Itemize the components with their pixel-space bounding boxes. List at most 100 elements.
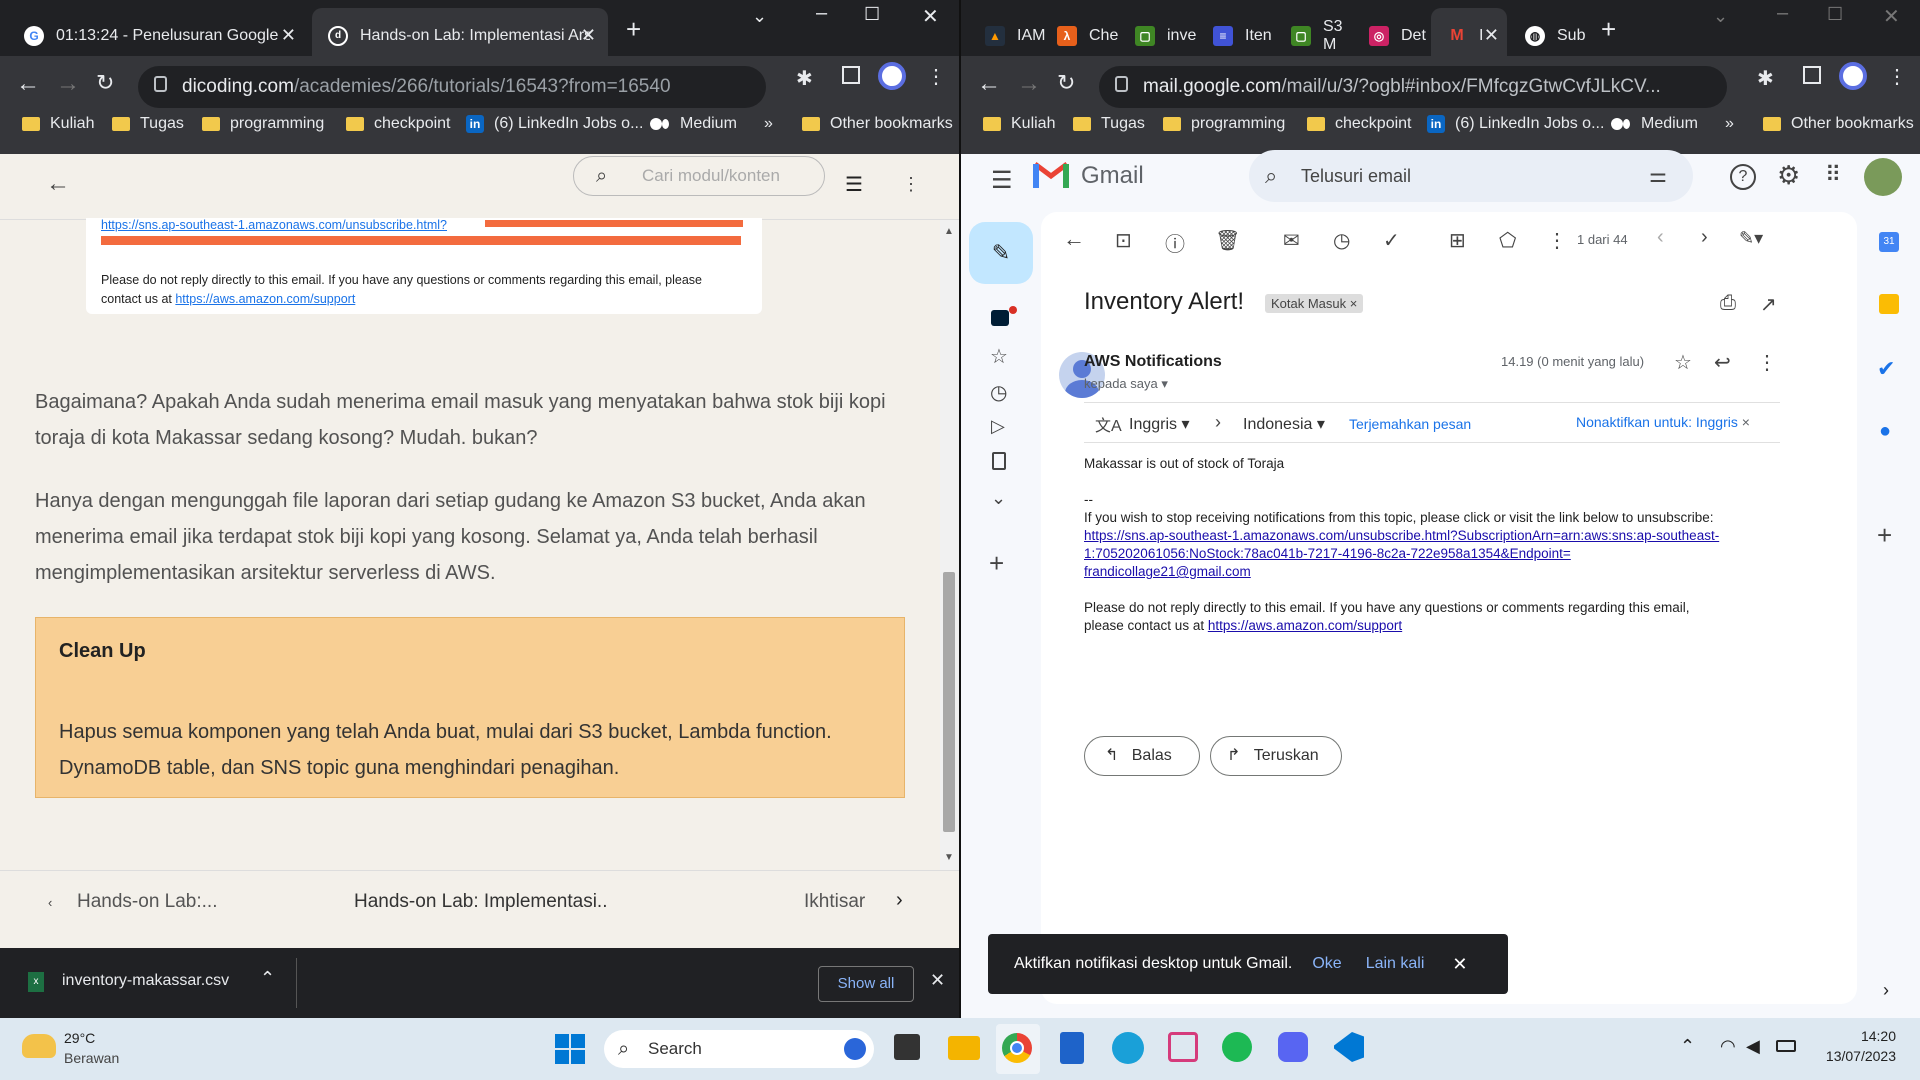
support-link[interactable]: https://aws.amazon.com/support (1208, 618, 1402, 633)
unsubscribe-link[interactable]: 1:705202061056:NoStock:78ac041b-7217-419… (1084, 545, 1804, 563)
taskbar-search[interactable]: ⌕ Search (604, 1030, 874, 1068)
back-icon[interactable]: ← (16, 70, 40, 98)
unsubscribe-link[interactable]: frandicollage21@gmail.com (1084, 563, 1804, 581)
mark-unread-icon[interactable]: ✉ (1283, 228, 1300, 253)
print-icon[interactable]: ⎙ (1720, 292, 1736, 315)
bookmark-kuliah[interactable]: Kuliah (983, 104, 1055, 144)
keep-icon[interactable] (1879, 294, 1899, 314)
file-explorer-icon[interactable] (948, 1036, 980, 1060)
delete-icon[interactable]: 🗑 (1215, 228, 1240, 253)
bookmark-medium[interactable]: Medium (650, 104, 737, 144)
newer-chevron-icon[interactable]: ‹ (1657, 226, 1664, 249)
reload-icon[interactable]: ↻ (1057, 70, 1075, 96)
maximize-button[interactable]: ☐ (1827, 4, 1843, 25)
snoozed-clock-icon[interactable]: ◷ (990, 380, 1007, 405)
minimize-button[interactable]: – (816, 2, 827, 25)
more-options-icon[interactable]: ⋮ (902, 174, 920, 195)
snooze-icon[interactable]: ◷ (1333, 228, 1350, 253)
reload-icon[interactable]: ↻ (96, 70, 114, 96)
more-icon[interactable]: ⋮ (1757, 350, 1777, 375)
chevron-up-icon[interactable]: ⌃ (260, 968, 275, 989)
contacts-icon[interactable]: ● (1879, 420, 1891, 443)
address-bar[interactable]: mail.google.com/mail/u/3/?ogbl#inbox/FMf… (1099, 66, 1727, 108)
more-actions-icon[interactable]: ⋮ (1547, 228, 1567, 253)
next-module-link[interactable]: Ikhtisar (804, 891, 865, 913)
target-language-select[interactable]: Indonesia ▾ (1243, 414, 1325, 434)
show-hidden-icons[interactable]: ⌃ (1680, 1036, 1695, 1057)
forward-button[interactable]: ↱ Teruskan (1210, 736, 1342, 776)
source-language-select[interactable]: Inggris ▾ (1129, 414, 1190, 434)
close-download-bar-icon[interactable]: ✕ (930, 970, 945, 991)
translate-message-link[interactable]: Terjemahkan pesan (1349, 416, 1471, 432)
add-label-icon[interactable]: + (989, 548, 1004, 579)
wifi-icon[interactable]: ◠ (1720, 1036, 1736, 1057)
tab-search-icon[interactable]: ⌄ (752, 6, 767, 27)
account-avatar[interactable] (1864, 158, 1902, 196)
forward-icon[interactable]: → (1017, 70, 1041, 98)
bookmarks-overflow[interactable]: » (764, 104, 773, 144)
star-icon[interactable]: ☆ (1674, 350, 1692, 375)
move-to-icon[interactable]: ⊞ (1449, 228, 1466, 253)
expand-panel-icon[interactable]: › (1883, 980, 1889, 1001)
module-search-input[interactable]: ⌕ Cari modul/konten (573, 156, 825, 196)
mail-search-input[interactable]: ⌕ Telusuri email ⚌ (1249, 150, 1693, 202)
back-to-inbox-icon[interactable]: ← (1063, 226, 1085, 252)
bookmarks-overflow[interactable]: » (1725, 104, 1734, 144)
reply-icon[interactable]: ↩ (1714, 350, 1731, 375)
search-options-icon[interactable]: ⚌ (1649, 150, 1667, 202)
snackbar-ok-button[interactable]: Oke (1312, 955, 1341, 973)
other-bookmarks[interactable]: Other bookmarks (802, 104, 953, 144)
snackbar-later-button[interactable]: Lain kali (1366, 955, 1425, 973)
bookmark-programming[interactable]: programming (1163, 104, 1285, 144)
inbox-label-chip[interactable]: Kotak Masuk × (1265, 294, 1364, 313)
battery-icon[interactable] (1776, 1040, 1796, 1052)
recipient[interactable]: kepada saya ▾ (1084, 376, 1168, 392)
profile-avatar[interactable] (1839, 62, 1867, 90)
close-window-button[interactable]: ✕ (1883, 4, 1900, 29)
forward-icon[interactable]: → (56, 70, 80, 98)
bookmark-programming[interactable]: programming (202, 104, 324, 144)
vscode-icon[interactable] (1334, 1032, 1364, 1062)
bookmark-medium[interactable]: Medium (1611, 104, 1698, 144)
extensions-icon[interactable]: ✱ (796, 66, 813, 91)
starred-icon[interactable]: ☆ (990, 344, 1008, 369)
new-tab-button[interactable]: + (1601, 14, 1616, 45)
spotify-icon[interactable] (1222, 1032, 1252, 1062)
windows-start-icon[interactable] (555, 1034, 585, 1064)
menu-icon[interactable]: ⋮ (1887, 64, 1907, 89)
prev-module-link[interactable]: Hands-on Lab:... (77, 891, 217, 913)
report-spam-icon[interactable]: ⓘ (1165, 228, 1185, 257)
minimize-button[interactable]: – (1777, 2, 1788, 25)
extensions-icon[interactable]: ✱ (1757, 66, 1774, 91)
maximize-button[interactable]: ☐ (864, 4, 880, 25)
open-new-window-icon[interactable]: ↗ (1760, 292, 1777, 317)
inbox-icon[interactable] (991, 310, 1009, 326)
close-window-button[interactable]: ✕ (922, 4, 939, 29)
task-view-icon[interactable] (894, 1034, 920, 1060)
settings-gear-icon[interactable]: ⚙ (1777, 160, 1800, 191)
archive-icon[interactable]: ⊡ (1115, 228, 1132, 253)
snackbar-close-icon[interactable]: ✕ (1452, 954, 1467, 975)
gmail-logo-icon[interactable] (1033, 160, 1069, 190)
sidepanel-icon[interactable] (1803, 66, 1821, 84)
main-menu-icon[interactable]: ☰ (991, 166, 1013, 195)
snipping-tool-icon[interactable] (1168, 1032, 1198, 1062)
show-all-button[interactable]: Show all (818, 966, 914, 1002)
close-tab-icon[interactable]: ✕ (1484, 25, 1499, 46)
bookmark-linkedin[interactable]: in (6) LinkedIn Jobs o... (1427, 104, 1604, 144)
close-tab-icon[interactable]: ✕ (581, 25, 596, 46)
clock-time[interactable]: 14:20 (1856, 1028, 1896, 1044)
tasks-icon[interactable]: ✔ (1877, 356, 1895, 382)
address-bar[interactable]: dicoding.com/academies/266/tutorials/165… (138, 66, 766, 108)
older-chevron-icon[interactable]: › (1701, 226, 1708, 249)
weather-desc[interactable]: Berawan (64, 1050, 119, 1066)
calendar-icon[interactable]: 31 (1879, 232, 1899, 252)
toc-icon[interactable]: ☰ (845, 172, 863, 197)
label-icon[interactable]: ⬠ (1499, 228, 1516, 253)
bookmark-checkpoint[interactable]: checkpoint (346, 104, 451, 144)
bookmark-kuliah[interactable]: Kuliah (22, 104, 94, 144)
discord-icon[interactable] (1278, 1032, 1308, 1062)
new-tab-button[interactable]: + (626, 14, 641, 45)
drafts-icon[interactable] (992, 452, 1006, 470)
bookmark-linkedin[interactable]: in (6) LinkedIn Jobs o... (466, 104, 643, 144)
